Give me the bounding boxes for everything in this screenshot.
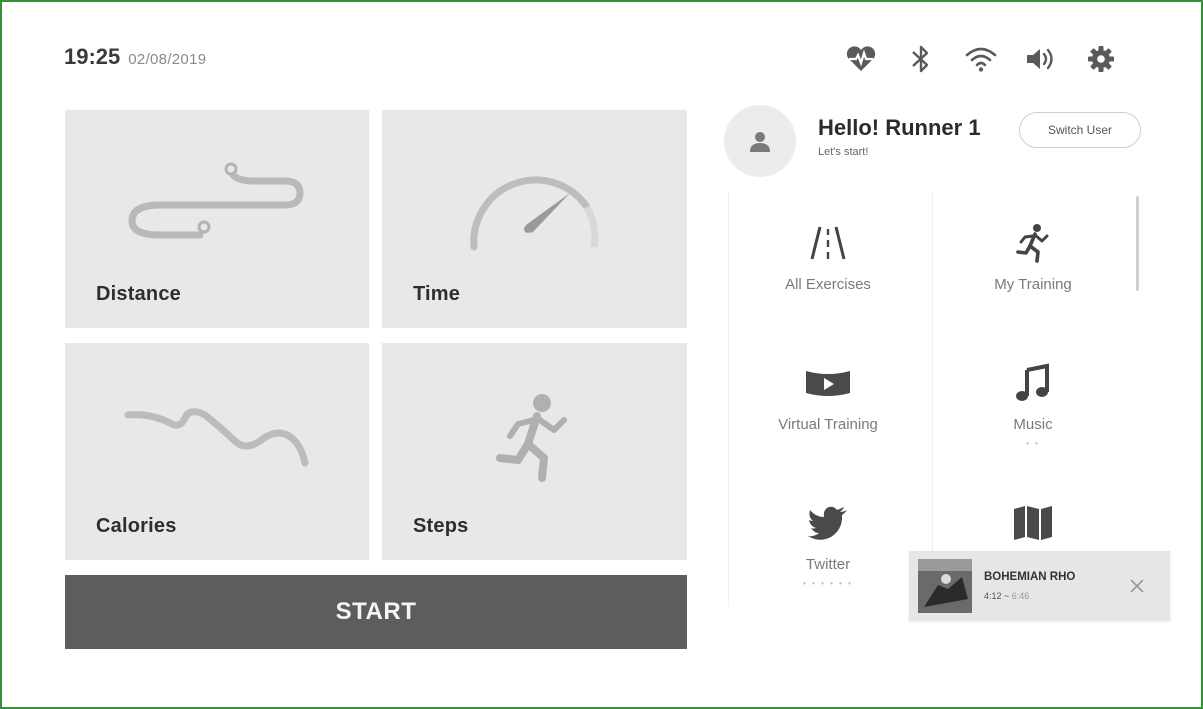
song-title: BOHEMIAN RHO [984, 571, 1076, 583]
distance-label: Distance [96, 283, 181, 305]
music-note-icon [933, 358, 1133, 408]
time-label: Time [413, 283, 461, 305]
close-icon[interactable] [1124, 573, 1150, 599]
steps-label: Steps [413, 515, 469, 537]
menu-item-virtual-training[interactable]: Virtual Training [728, 358, 928, 433]
wifi-icon[interactable] [962, 40, 1000, 78]
runner-icon [933, 218, 1133, 268]
twitter-label: Twitter [805, 556, 851, 573]
calories-graph-icon [124, 408, 309, 467]
song-duration: 6:46 [1011, 591, 1030, 601]
user-icon [750, 132, 770, 152]
runner-figure-icon [496, 394, 567, 482]
virtual-training-label: Virtual Training [778, 416, 878, 433]
song-progress: 4:12 ~ 6:46 [984, 591, 1114, 601]
speedometer-icon [470, 176, 599, 251]
steps-tile[interactable]: Steps [382, 343, 687, 560]
twitter-bird-icon [728, 498, 928, 548]
menu-item-my-training[interactable]: My Training [933, 218, 1133, 293]
current-time: 19:25 [64, 44, 121, 69]
virtual-video-icon [728, 358, 928, 408]
distance-tile[interactable]: Distance [65, 110, 369, 328]
all-exercises-label: All Exercises [785, 276, 871, 293]
bluetooth-icon[interactable] [902, 40, 940, 78]
clock: 19:25 02/08/2019 [64, 44, 206, 70]
road-icon [728, 218, 928, 268]
calories-label: Calories [96, 515, 177, 537]
now-playing-text: BOHEMIAN RHO 4:12 ~ 6:46 [984, 571, 1114, 601]
user-greeting: Hello! Runner 1 [818, 115, 981, 140]
song-position: 4:12 [984, 591, 1002, 601]
music-label: Music [1013, 416, 1053, 433]
calories-tile[interactable]: Calories [65, 343, 369, 560]
menu-item-map[interactable] [933, 498, 1133, 556]
volume-icon[interactable] [1022, 40, 1060, 78]
menu-item-music[interactable]: Music • • [933, 358, 1133, 448]
avatar[interactable] [724, 105, 796, 177]
song-time-separator: ~ [1001, 591, 1012, 601]
route-icon [128, 162, 304, 239]
my-training-label: My Training [994, 276, 1072, 293]
current-date: 02/08/2019 [128, 51, 207, 68]
album-art [918, 559, 972, 613]
heart-rate-icon[interactable] [842, 40, 880, 78]
map-icon [933, 498, 1133, 548]
gear-icon[interactable] [1082, 40, 1120, 78]
music-page-dots: • • [1026, 439, 1040, 448]
menu-grid: All Exercises My Training Virtual Traini… [728, 192, 1138, 612]
time-tile[interactable]: Time [382, 110, 687, 328]
twitter-page-dots: • • • • • • [803, 579, 853, 588]
now-playing-bar[interactable]: BOHEMIAN RHO 4:12 ~ 6:46 [909, 551, 1170, 621]
user-subtitle: Let's start! [818, 146, 869, 158]
menu-item-all-exercises[interactable]: All Exercises [728, 218, 928, 293]
menu-item-twitter[interactable]: Twitter • • • • • • [728, 498, 928, 588]
switch-user-button[interactable]: Switch User [1019, 112, 1141, 148]
start-button[interactable]: START [65, 575, 687, 649]
status-icons [842, 40, 1120, 78]
